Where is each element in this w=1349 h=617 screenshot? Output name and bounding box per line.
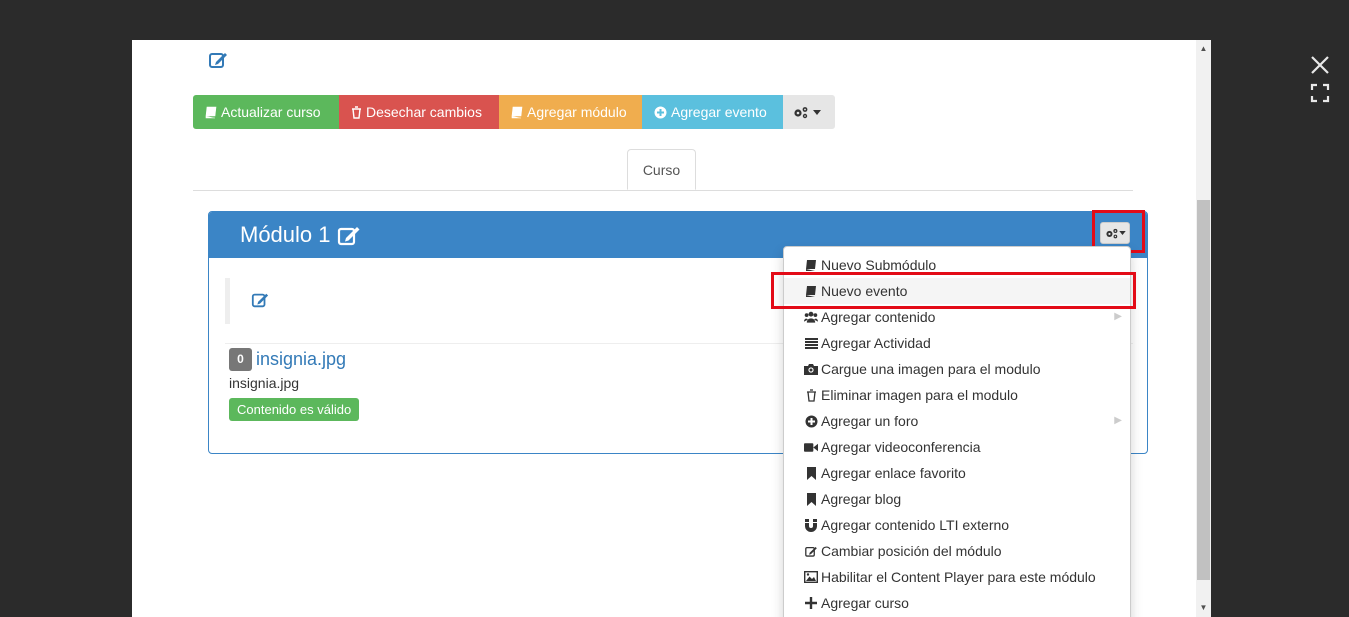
menu-item-label: Cargue una imagen para el modulo bbox=[821, 361, 1041, 377]
menu-item-agregar-actividad[interactable]: Agregar Actividad bbox=[784, 330, 1130, 356]
item-count-badge: 0 bbox=[229, 348, 252, 371]
course-editor-modal: Actualizar curso Desechar cambios Agrega… bbox=[132, 40, 1196, 617]
book-icon bbox=[205, 106, 217, 118]
content-item: 0 insignia.jpg insignia.jpg Contenido es … bbox=[229, 348, 360, 421]
edit-icon[interactable] bbox=[337, 224, 361, 246]
gears-icon bbox=[794, 106, 808, 118]
menu-item-cargue-imagen[interactable]: Cargue una imagen para el modulo bbox=[784, 356, 1130, 382]
module-title: Módulo 1 bbox=[240, 222, 361, 248]
plus-circle-icon bbox=[804, 415, 818, 428]
discard-changes-label: Desechar cambios bbox=[366, 104, 482, 120]
menu-item-label: Agregar videoconferencia bbox=[821, 439, 981, 455]
book-icon bbox=[804, 259, 818, 272]
course-toolbar: Actualizar curso Desechar cambios Agrega… bbox=[193, 95, 835, 129]
scrollbar-thumb[interactable] bbox=[1197, 200, 1210, 580]
menu-item-agregar-enlace-favorito[interactable]: Agregar enlace favorito bbox=[784, 460, 1130, 486]
menu-item-label: Agregar contenido LTI externo bbox=[821, 517, 1010, 533]
menu-item-agregar-videoconferencia[interactable]: Agregar videoconferencia bbox=[784, 434, 1130, 460]
plus-circle-icon bbox=[654, 106, 667, 118]
caret-down-icon bbox=[813, 109, 821, 115]
settings-dropdown-button[interactable] bbox=[783, 95, 835, 129]
bookmark-icon bbox=[804, 492, 818, 506]
update-course-button[interactable]: Actualizar curso bbox=[193, 95, 339, 129]
tab-curso[interactable]: Curso bbox=[627, 149, 696, 190]
menu-item-label: Agregar enlace favorito bbox=[821, 465, 966, 481]
menu-item-agregar-blog[interactable]: Agregar blog bbox=[784, 486, 1130, 512]
edit-icon bbox=[804, 545, 818, 558]
add-event-button[interactable]: Agregar evento bbox=[642, 95, 783, 129]
scroll-down-icon[interactable]: ▼ bbox=[1196, 601, 1211, 615]
camera-icon bbox=[804, 363, 818, 375]
magnet-icon bbox=[804, 518, 818, 532]
course-tabs: Curso bbox=[193, 149, 1133, 191]
menu-item-label: Cambiar posición del módulo bbox=[821, 543, 1002, 559]
menu-item-label: Eliminar imagen para el modulo bbox=[821, 387, 1018, 403]
scroll-up-icon[interactable]: ▲ bbox=[1196, 42, 1211, 56]
bookmark-icon bbox=[804, 466, 818, 480]
menu-item-label: Habilitar el Content Player para este mó… bbox=[821, 569, 1096, 585]
plus-icon bbox=[804, 597, 818, 609]
content-item-link[interactable]: insignia.jpg bbox=[256, 349, 346, 369]
menu-item-cambiar-posicion[interactable]: Cambiar posición del módulo bbox=[784, 538, 1130, 564]
status-badge: Contenido es válido bbox=[229, 398, 360, 421]
discard-changes-button[interactable]: Desechar cambios bbox=[339, 95, 499, 129]
menu-item-eliminar-imagen[interactable]: Eliminar imagen para el modulo bbox=[784, 382, 1130, 408]
content-item-filename: insignia.jpg bbox=[229, 375, 300, 391]
module-title-text: Módulo 1 bbox=[240, 222, 331, 247]
book-icon bbox=[511, 106, 523, 118]
video-icon bbox=[804, 442, 818, 453]
submenu-arrow-icon: ▶ bbox=[1114, 415, 1122, 426]
menu-item-agregar-lti[interactable]: Agregar contenido LTI externo bbox=[784, 512, 1130, 538]
close-icon[interactable] bbox=[1309, 54, 1331, 76]
edit-icon[interactable] bbox=[208, 50, 228, 70]
lightbox-controls bbox=[1309, 54, 1331, 104]
menu-item-content-player[interactable]: Habilitar el Content Player para este mó… bbox=[784, 564, 1130, 590]
edit-icon[interactable] bbox=[251, 291, 269, 314]
list-icon bbox=[804, 337, 818, 349]
fullscreen-icon[interactable] bbox=[1309, 82, 1331, 104]
highlight-box-nuevo-evento bbox=[771, 272, 1136, 309]
modal-scrollbar[interactable]: ▲ ▼ bbox=[1196, 40, 1211, 617]
update-course-label: Actualizar curso bbox=[221, 104, 321, 120]
trash-icon bbox=[352, 105, 361, 119]
users-icon bbox=[804, 311, 818, 323]
add-module-button[interactable]: Agregar módulo bbox=[499, 95, 642, 129]
menu-item-label: Agregar Actividad bbox=[821, 335, 931, 351]
image-icon bbox=[804, 571, 818, 583]
menu-item-label: Agregar curso bbox=[821, 595, 909, 611]
add-module-label: Agregar módulo bbox=[527, 104, 627, 120]
add-event-label: Agregar evento bbox=[671, 104, 767, 120]
menu-item-label: Agregar un foro bbox=[821, 413, 919, 429]
menu-item-label: Agregar blog bbox=[821, 491, 902, 507]
menu-item-agregar-foro[interactable]: Agregar un foro ▶ bbox=[784, 408, 1130, 434]
menu-item-agregar-curso[interactable]: Agregar curso bbox=[784, 590, 1130, 616]
trash-icon bbox=[804, 388, 818, 402]
